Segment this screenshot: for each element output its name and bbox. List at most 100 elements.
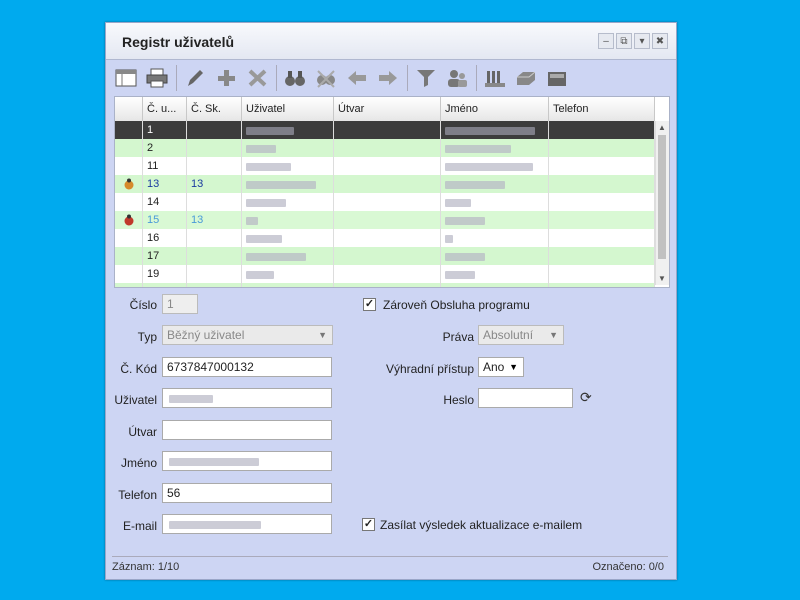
row-icon-cell bbox=[115, 211, 143, 229]
cislo-label: Číslo bbox=[129, 298, 157, 312]
cell-utvar bbox=[334, 247, 441, 265]
heslo-field[interactable] bbox=[478, 388, 573, 408]
table-row[interactable]: 16 bbox=[115, 229, 655, 247]
cell-uzivatel bbox=[242, 157, 334, 175]
cell-telefon bbox=[549, 211, 655, 229]
table-row[interactable]: 19 bbox=[115, 265, 655, 283]
add-icon[interactable] bbox=[212, 64, 240, 92]
ladybug-icon bbox=[123, 214, 135, 229]
table-icon[interactable] bbox=[112, 64, 140, 92]
col-utvar[interactable]: Útvar bbox=[334, 97, 441, 121]
back-icon[interactable] bbox=[343, 64, 371, 92]
cell-utvar bbox=[334, 157, 441, 175]
row-icon-cell bbox=[115, 193, 143, 211]
delete-icon[interactable] bbox=[243, 64, 271, 92]
telefon-field[interactable]: 56 bbox=[162, 483, 332, 503]
edit-icon[interactable] bbox=[181, 64, 209, 92]
row-icon-cell bbox=[115, 265, 143, 283]
cell-telefon bbox=[549, 229, 655, 247]
cell-cislo-sk bbox=[187, 139, 242, 157]
utvar-field[interactable] bbox=[162, 420, 332, 440]
cell-cislo-u: 15 bbox=[143, 211, 187, 229]
row-icon-cell bbox=[115, 175, 143, 193]
obsluha-checkbox[interactable]: ✓ bbox=[363, 298, 376, 311]
jmeno-label: Jméno bbox=[120, 456, 157, 470]
print-icon[interactable] bbox=[143, 64, 171, 92]
col-icon[interactable] bbox=[115, 97, 143, 121]
cell-telefon bbox=[549, 121, 655, 139]
cell-cislo-u: 1 bbox=[143, 121, 187, 139]
cell-telefon bbox=[549, 139, 655, 157]
zasilat-checkbox[interactable]: ✓ bbox=[362, 518, 375, 531]
table-row[interactable]: 2 bbox=[115, 139, 655, 157]
table-row[interactable]: 17 bbox=[115, 247, 655, 265]
col-cislo-sk[interactable]: Č. Sk. bbox=[187, 97, 242, 121]
table-row[interactable]: 13 13 bbox=[115, 175, 655, 193]
cell-telefon bbox=[549, 193, 655, 211]
cell-cislo-u: 11 bbox=[143, 157, 187, 175]
cell-telefon bbox=[549, 283, 655, 287]
forward-icon[interactable] bbox=[374, 64, 402, 92]
row-icon-cell bbox=[115, 229, 143, 247]
cell-uzivatel bbox=[242, 139, 334, 157]
cell-cislo-sk bbox=[187, 193, 242, 211]
cell-jmeno bbox=[441, 139, 549, 157]
typ-select[interactable]: Běžný uživatel ▼ bbox=[162, 325, 333, 345]
menu-button[interactable]: ▾ bbox=[634, 33, 650, 49]
cell-uzivatel bbox=[242, 265, 334, 283]
col-uzivatel[interactable]: Uživatel bbox=[242, 97, 334, 121]
table-row[interactable]: 14 bbox=[115, 193, 655, 211]
cell-utvar bbox=[334, 229, 441, 247]
status-bar: Záznam: 1/10 Označeno: 0/0 bbox=[112, 556, 668, 573]
table-row[interactable]: 20 bbox=[115, 283, 655, 287]
folder-icon[interactable] bbox=[543, 64, 571, 92]
email-field[interactable] bbox=[162, 514, 332, 534]
cell-uzivatel bbox=[242, 193, 334, 211]
col-cislo-u[interactable]: Č. u... bbox=[143, 97, 187, 121]
cell-jmeno bbox=[441, 229, 549, 247]
cell-cislo-u: 14 bbox=[143, 193, 187, 211]
cell-utvar bbox=[334, 211, 441, 229]
users-grid: Č. u... Č. Sk. Uživatel Útvar Jméno Tele… bbox=[114, 96, 670, 288]
row-icon-cell bbox=[115, 283, 143, 287]
cell-utvar bbox=[334, 175, 441, 193]
archive-icon[interactable] bbox=[481, 64, 509, 92]
table-row[interactable]: 15 13 bbox=[115, 211, 655, 229]
typ-label: Typ bbox=[137, 330, 157, 344]
jmeno-field[interactable] bbox=[162, 451, 332, 471]
title-bar[interactable]: Registr uživatelů – ⧉ ▾ ✖ bbox=[106, 23, 676, 60]
uzivatel-field[interactable] bbox=[162, 388, 332, 408]
cell-jmeno bbox=[441, 265, 549, 283]
grid-scrollbar[interactable]: ▲ ▼ bbox=[655, 121, 669, 285]
minimize-button[interactable]: – bbox=[598, 33, 614, 49]
table-row[interactable]: 1 bbox=[115, 121, 655, 139]
row-icon-cell bbox=[115, 157, 143, 175]
cell-utvar bbox=[334, 265, 441, 283]
col-telefon[interactable]: Telefon bbox=[549, 97, 655, 121]
close-button[interactable]: ✖ bbox=[652, 33, 668, 49]
uzivatel-label: Uživatel bbox=[114, 393, 157, 407]
cell-cislo-sk: 13 bbox=[187, 175, 242, 193]
popout-button[interactable]: ⧉ bbox=[616, 33, 632, 49]
cell-cislo-sk: 13 bbox=[187, 211, 242, 229]
bug-icon bbox=[123, 178, 135, 193]
vyhradni-select[interactable]: Ano ▼ bbox=[478, 357, 524, 377]
cell-cislo-u: 17 bbox=[143, 247, 187, 265]
cell-cislo-sk bbox=[187, 247, 242, 265]
drive-icon[interactable] bbox=[512, 64, 540, 92]
window-buttons: – ⧉ ▾ ✖ bbox=[598, 33, 668, 49]
prava-select[interactable]: Absolutní ▼ bbox=[478, 325, 564, 345]
kod-field[interactable]: 6737847000132 bbox=[162, 357, 332, 377]
find-icon[interactable] bbox=[281, 64, 309, 92]
users-icon[interactable] bbox=[443, 64, 471, 92]
filter-icon[interactable] bbox=[412, 64, 440, 92]
refresh-icon[interactable]: ⟳ bbox=[580, 389, 592, 406]
cell-uzivatel bbox=[242, 247, 334, 265]
table-row[interactable]: 11 bbox=[115, 157, 655, 175]
vyhradni-label: Výhradní přístup bbox=[385, 362, 474, 376]
cislo-field[interactable]: 1 bbox=[162, 294, 198, 314]
col-jmeno[interactable]: Jméno bbox=[441, 97, 549, 121]
utvar-label: Útvar bbox=[128, 425, 157, 439]
cell-cislo-u: 20 bbox=[143, 283, 187, 287]
clear-filter-icon[interactable] bbox=[312, 64, 340, 92]
